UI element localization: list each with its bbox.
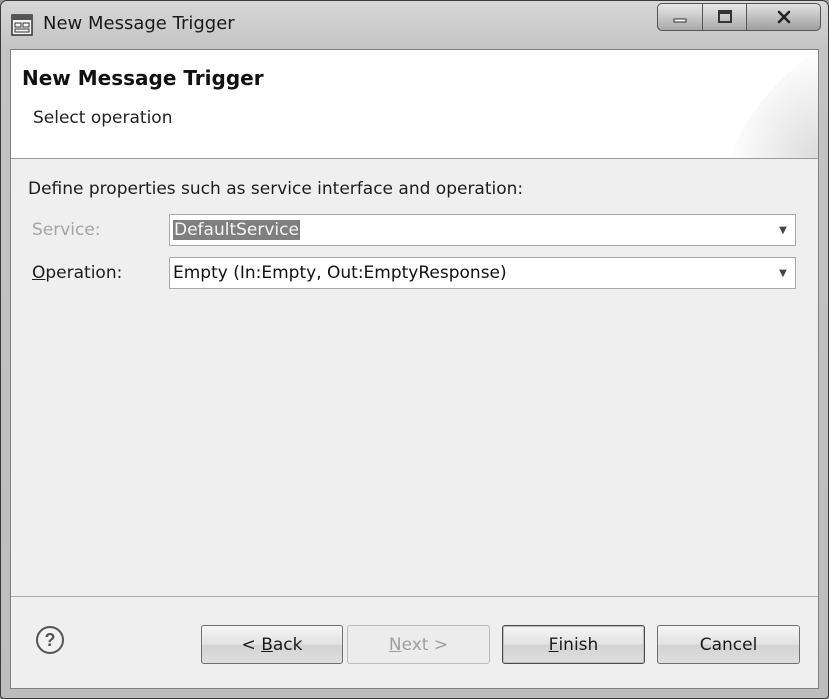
operation-label-rest: peration: — [45, 263, 123, 283]
minimize-button[interactable] — [657, 3, 703, 31]
finish-button[interactable]: Finish — [502, 625, 645, 664]
chevron-down-icon[interactable]: ▼ — [771, 258, 795, 288]
dialog-content: New Message Trigger Select operation Def… — [10, 49, 819, 689]
svg-text:?: ? — [45, 630, 56, 650]
chevron-down-icon[interactable]: ▼ — [771, 215, 795, 245]
operation-combo[interactable]: Empty (In:Empty, Out:EmptyResponse) ▼ — [169, 257, 796, 289]
maximize-button[interactable] — [702, 3, 747, 31]
form-description: Define properties such as service interf… — [28, 179, 524, 199]
next-mnemonic: N — [388, 634, 402, 655]
button-bar-separator — [11, 596, 818, 597]
back-mnemonic: B — [261, 634, 273, 655]
back-button[interactable]: < Back — [201, 625, 343, 664]
title-bar[interactable]: New Message Trigger — [1, 1, 828, 49]
banner-decoration — [728, 50, 818, 158]
minimize-icon — [673, 18, 687, 23]
operation-label: Operation: — [32, 263, 122, 283]
window-title: New Message Trigger — [43, 13, 235, 34]
help-icon[interactable]: ? — [35, 625, 65, 655]
wizard-window-icon — [11, 14, 33, 36]
next-rest: ext > — [401, 634, 449, 655]
operation-label-mnemonic: O — [32, 263, 46, 283]
service-combo[interactable]: DefaultService ▼ — [169, 214, 796, 246]
wizard-subtitle: Select operation — [33, 108, 173, 128]
back-rest: ack — [272, 634, 303, 655]
next-button[interactable]: Next > — [347, 625, 490, 664]
service-value: DefaultService — [173, 220, 300, 240]
back-prefix: < — [241, 634, 262, 655]
operation-value: Empty (In:Empty, Out:EmptyResponse) — [173, 263, 507, 283]
close-icon — [777, 10, 790, 24]
finish-mnemonic: F — [548, 634, 559, 655]
wizard-title: New Message Trigger — [22, 66, 264, 90]
finish-rest: inish — [558, 634, 599, 655]
close-button[interactable] — [746, 3, 821, 31]
wizard-dialog: New Message Trigger New Message Trigger — [0, 0, 829, 699]
service-label: Service: — [32, 220, 101, 240]
cancel-button[interactable]: Cancel — [657, 625, 800, 664]
wizard-banner: New Message Trigger Select operation — [11, 50, 818, 159]
maximize-icon — [717, 10, 732, 23]
